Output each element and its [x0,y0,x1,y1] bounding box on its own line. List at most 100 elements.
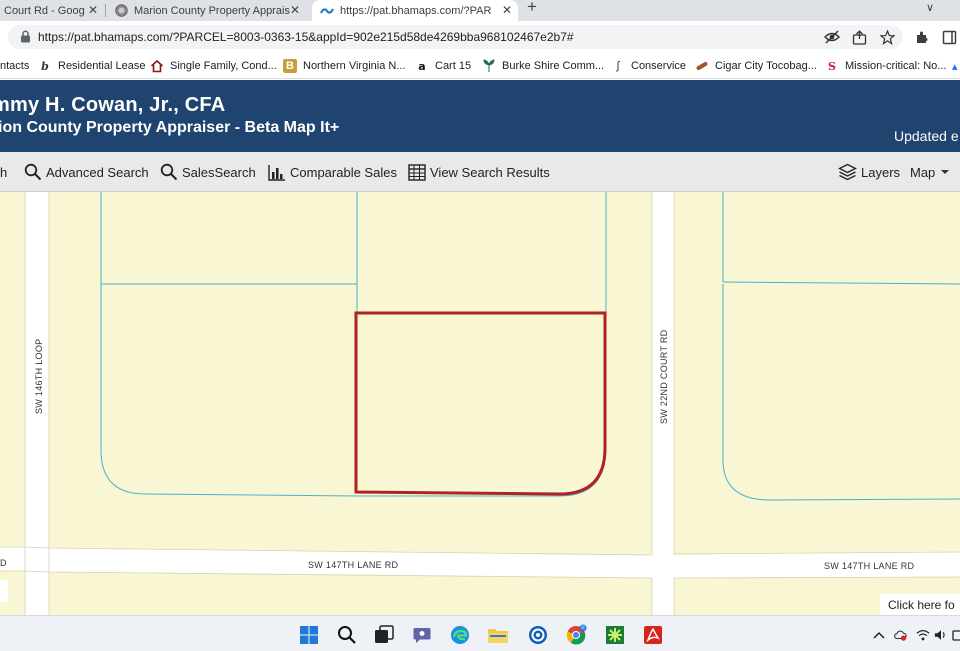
layers-icon [838,163,857,181]
street-label-sw-147th-lane-rd-right: SW 147TH LANE RD [824,561,915,571]
tool-label: h [0,164,8,180]
share-icon[interactable] [851,29,867,45]
tool-label: View Search Results [430,164,550,180]
bookmark-cart[interactable]: a Cart 15 [415,58,471,74]
tool-label: SalesSearch [182,164,256,180]
chrome-icon[interactable]: R [565,624,587,646]
wifi-icon[interactable] [916,628,930,642]
acrobat-icon[interactable] [642,624,664,646]
caret-down-icon [941,170,950,174]
house-icon [150,59,164,73]
windows-start-icon[interactable] [298,624,320,646]
battery-icon[interactable] [950,628,960,642]
bookmark-residential-lease[interactable]: b Residential Lease [38,58,145,74]
layers-button[interactable]: Layers [838,162,900,182]
bookmark-label: Burke Shire Comm... [502,60,605,72]
road-sw-147th-lane-rd [0,547,960,578]
bookmark-b-icon: B [283,59,297,73]
bookmarks-bar: ntacts b Residential Lease Single Family… [0,53,960,79]
search-icon [160,163,178,181]
tool-label: Comparable Sales [290,164,397,180]
bookmark-label: Mission-critical: No... [845,60,947,72]
tab-marion-county[interactable]: Marion County Property Apprais ✕ [106,0,306,21]
bookmark-northern-virginia[interactable]: B Northern Virginia N... [283,58,406,74]
tool-label: Layers [861,164,901,180]
url-text[interactable]: https://pat.bhamaps.com/?PARCEL=8003-036… [38,30,574,44]
search-icon[interactable] [336,624,358,646]
updated-text: Updated e [894,128,959,144]
tool-label: Advanced Search [46,164,149,180]
street-label-sw-22nd-court-rd: SW 22ND COURT RD [659,329,669,424]
amazon-icon: a [418,59,426,73]
app-header: mmy H. Cowan, Jr., CFA ion County Proper… [0,80,960,152]
bookmark-label: Residential Lease [58,60,146,72]
map-logo-icon [320,4,334,18]
selected-parcel-outline[interactable] [354,311,607,496]
leaf-icon [482,59,496,73]
tab-title: Marion County Property Apprais [134,4,290,17]
svg-text:R: R [581,626,585,632]
map-canvas[interactable]: SW 146TH LOOP SW 22ND COURT RD SW 147TH … [0,192,960,615]
search-tool[interactable]: h [0,162,7,182]
tab-bhamaps[interactable]: https://pat.bhamaps.com/?PARC ✕ [312,0,518,21]
task-view-icon[interactable] [373,624,395,646]
bookmark-label: Single Family, Cond... [170,60,277,72]
appraiser-name: mmy H. Cowan, Jr., CFA [0,94,226,116]
file-explorer-icon[interactable] [487,624,509,646]
comparable-sales-button[interactable]: Comparable Sales [268,162,397,182]
bookmark-label: Northern Virginia N... [303,60,406,72]
app-subtitle: ion County Property Appraiser - Beta Map… [0,119,340,136]
eye-off-icon[interactable] [824,29,840,45]
teams-chat-icon[interactable] [411,624,433,646]
seal-icon [114,4,128,18]
star-icon[interactable] [879,29,895,45]
volume-icon[interactable] [934,628,948,642]
outlook-icon[interactable] [527,624,549,646]
bookmark-label: Cigar City Tocobag... [715,60,817,72]
extensions-icon[interactable] [913,29,929,45]
edge-icon[interactable] [449,624,471,646]
help-tooltip[interactable]: Click here fo [880,594,960,615]
table-icon [408,163,426,181]
chevron-up-icon[interactable] [872,628,886,642]
lock-icon[interactable] [20,30,31,48]
advanced-search-button[interactable]: Advanced Search [24,162,149,182]
tab-title: Court Rd - Goog [4,4,85,17]
tab-search-button[interactable]: ∨ [926,1,934,14]
street-label-sw-147th-lane-rd: SW 147TH LANE RD [308,560,399,570]
bookmark-label: ntacts [0,60,30,72]
bookmark-contacts[interactable]: ntacts [0,58,29,74]
bookmark-overflow-icon[interactable]: ▴ [952,58,958,74]
close-icon[interactable]: ✕ [290,3,300,17]
bookmark-mission-critical[interactable]: S Mission-critical: No... [825,58,946,74]
address-bar[interactable]: https://pat.bhamaps.com/?PARCEL=8003-036… [8,25,903,49]
side-panel-icon[interactable] [941,29,957,45]
map-toolbar: h Advanced Search SalesSearch Comparable… [0,152,960,192]
browser-toolbar: https://pat.bhamaps.com/?PARCEL=8003-036… [0,21,960,53]
sales-search-button[interactable]: SalesSearch [160,162,256,182]
browser-tab-strip: Court Rd - Goog ✕ Marion County Property… [0,0,960,21]
parcel-lines [100,192,960,501]
tool-label: Map [910,164,936,180]
tab-google-maps[interactable]: Court Rd - Goog ✕ [0,0,104,21]
cigar-icon [695,59,709,73]
view-search-results-button[interactable]: View Search Results [408,162,550,182]
bookmark-conservice[interactable]: ʃ Conservice [611,58,686,74]
bar-chart-icon [268,164,286,181]
windows-taskbar: R [0,615,960,651]
close-icon[interactable]: ✕ [88,3,98,17]
search-icon [24,163,42,181]
basemap-dropdown[interactable]: Map [910,162,950,182]
lease-icon: b [41,59,49,73]
s-icon: S [828,59,836,73]
cloud-icon[interactable] [893,628,907,642]
new-tab-button[interactable]: + [527,0,537,15]
close-icon[interactable]: ✕ [502,3,512,17]
tab-title: https://pat.bhamaps.com/?PARC [340,4,492,17]
street-label-sw-146th-loop: SW 146TH LOOP [34,339,44,414]
bookmark-cigar-city[interactable]: Cigar City Tocobag... [695,58,817,74]
game-icon[interactable] [604,624,626,646]
map-view[interactable]: SW 146TH LOOP SW 22ND COURT RD SW 147TH … [0,192,960,615]
bookmark-single-family[interactable]: Single Family, Cond... [150,58,277,74]
bookmark-burke-shire[interactable]: Burke Shire Comm... [482,58,604,74]
